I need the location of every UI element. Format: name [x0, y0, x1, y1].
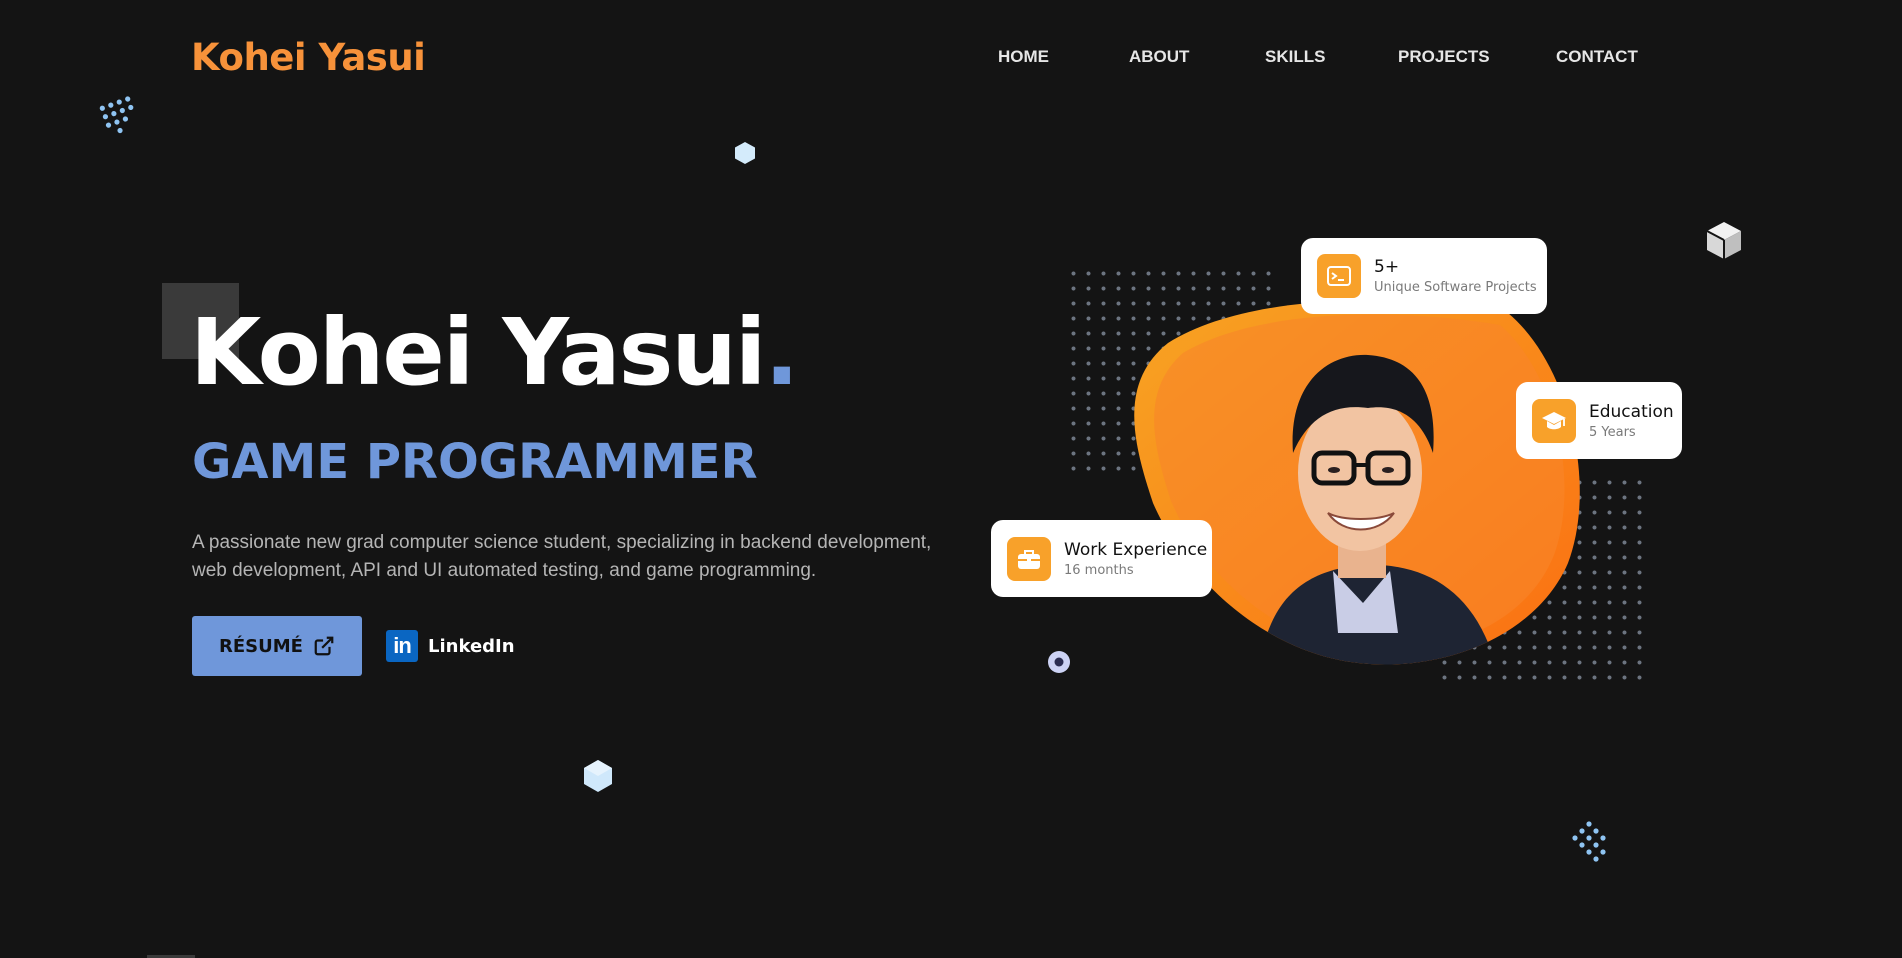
hero-role-heading: GAME PROGRAMMER: [192, 434, 758, 490]
projects-stat-label: Unique Software Projects: [1374, 280, 1537, 295]
projects-stat-value: 5+: [1374, 257, 1400, 277]
linkedin-link[interactable]: in LinkedIn: [386, 630, 515, 662]
hexagon-decoration-large: [584, 760, 612, 792]
education-stat-label: 5 Years: [1589, 424, 1636, 440]
nav-about-link[interactable]: ABOUT: [1129, 47, 1189, 67]
graduation-cap-icon: [1532, 398, 1576, 443]
ring-decoration: [1048, 651, 1070, 673]
nav-home-link[interactable]: HOME: [998, 47, 1049, 67]
terminal-icon: [1317, 254, 1361, 298]
briefcase-icon: [1007, 536, 1051, 581]
hero-name-heading: Kohei Yasui.: [190, 299, 799, 406]
linkedin-label: LinkedIn: [428, 635, 515, 657]
hexagon-decoration: [735, 142, 755, 164]
nav-skills-link[interactable]: SKILLS: [1265, 47, 1325, 67]
work-stat-card: Work Experience 16 months: [991, 520, 1212, 597]
dots-diamond-decoration: [1572, 821, 1606, 862]
hero-description: A passionate new grad computer science s…: [192, 532, 932, 581]
work-stat-value: Work Experience: [1064, 539, 1208, 560]
nav-projects-link[interactable]: PROJECTS: [1398, 47, 1490, 67]
site-logo[interactable]: Kohei Yasui: [191, 36, 426, 79]
linkedin-icon: in: [386, 630, 418, 662]
hero-name-dot: .: [764, 299, 799, 406]
education-stat-value: Education: [1589, 401, 1674, 422]
nav-contact-link[interactable]: CONTACT: [1556, 47, 1638, 67]
resume-button[interactable]: RÉSUMÉ: [192, 616, 362, 676]
work-stat-label: 16 months: [1064, 562, 1134, 578]
hero-name-text: Kohei Yasui: [190, 299, 766, 406]
external-link-icon: [314, 636, 334, 656]
resume-label: RÉSUMÉ: [219, 635, 303, 657]
education-stat-card: Education 5 Years: [1516, 382, 1682, 459]
profile-photo-blob: [1134, 303, 1580, 665]
cube-decoration: [1706, 222, 1741, 259]
dots-cluster-decoration: [99, 96, 134, 134]
projects-stat-card: 5+ Unique Software Projects: [1301, 238, 1547, 314]
